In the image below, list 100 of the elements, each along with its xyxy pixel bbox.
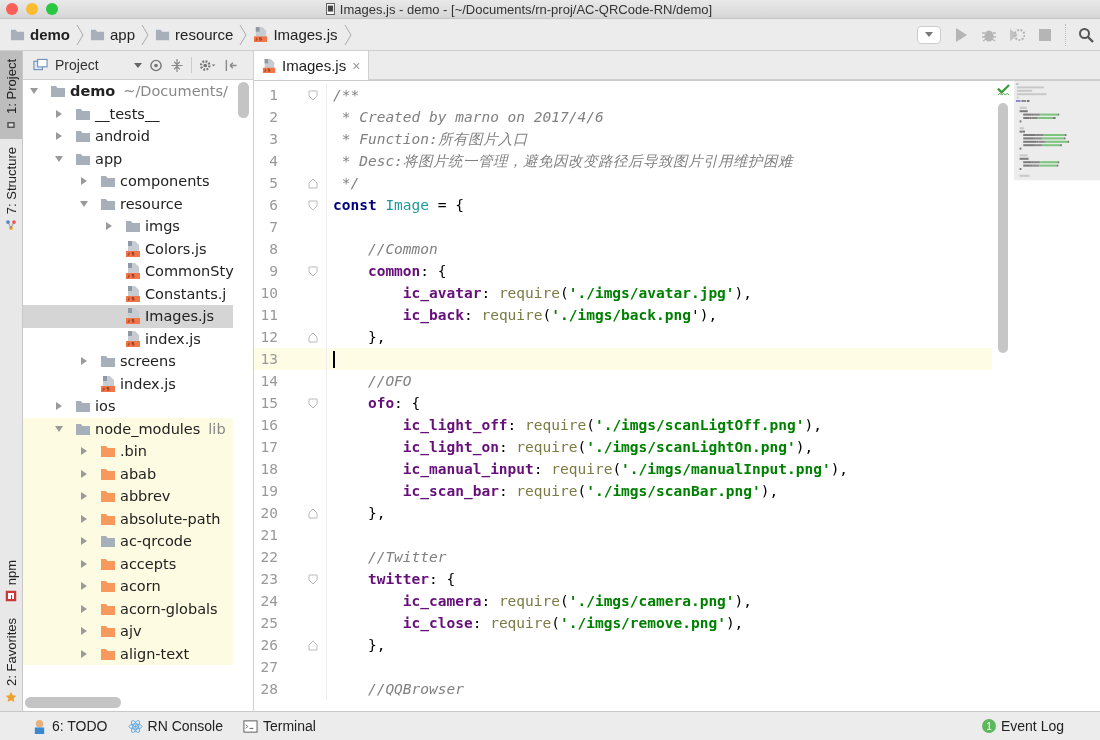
tree-item[interactable]: imgs [23, 215, 233, 238]
item-label: ajv [120, 623, 142, 640]
tree-item[interactable]: ac-qrcode [23, 530, 233, 553]
breadcrumb[interactable]: Images.js [253, 26, 342, 43]
breadcrumb[interactable]: resource [155, 26, 238, 43]
zoom-window-button[interactable] [46, 3, 58, 15]
collapsed-arrow-icon[interactable] [79, 176, 89, 187]
scrollbar[interactable] [998, 103, 1008, 353]
run-icon[interactable] [953, 26, 969, 43]
tree-item[interactable]: CommonSty [23, 260, 233, 283]
tree-item[interactable]: ios [23, 395, 233, 418]
tree-item[interactable]: resource [23, 192, 233, 215]
line-number: 6 [268, 197, 278, 213]
expanded-arrow-icon[interactable] [54, 423, 64, 434]
collapsed-arrow-icon[interactable] [54, 401, 64, 412]
collapsed-arrow-icon[interactable] [79, 468, 89, 479]
code-line: ic_scan_bar: require('./imgs/scanBar.png'), [401, 483, 779, 499]
tree-item[interactable]: absolute-path [23, 507, 233, 530]
tree-item[interactable]: android [23, 125, 233, 148]
item-label: demo [70, 83, 116, 100]
coverage-icon[interactable] [1009, 26, 1025, 43]
fold-marker-icon[interactable] [308, 177, 318, 189]
close-window-button[interactable] [6, 3, 18, 15]
collapsed-arrow-icon[interactable] [79, 558, 89, 569]
tool-window-button[interactable]: Terminal [243, 718, 316, 734]
run-configuration-dropdown[interactable] [917, 25, 941, 44]
line-number: 23 [259, 571, 278, 587]
tool-window-tab[interactable]: npm [0, 551, 22, 611]
tool-window-button[interactable]: RN Console [127, 718, 223, 734]
minimize-window-button[interactable] [26, 3, 38, 15]
panel-title[interactable]: Project [55, 57, 99, 73]
tree-item[interactable]: app [23, 147, 233, 170]
tree-item[interactable]: components [23, 170, 233, 193]
item-label: acorn-globals [120, 600, 218, 617]
collapsed-arrow-icon[interactable] [104, 221, 114, 232]
collapsed-arrow-icon[interactable] [54, 108, 64, 119]
fold-marker-icon[interactable] [308, 507, 318, 519]
collapsed-arrow-icon[interactable] [79, 626, 89, 637]
collapsed-arrow-icon[interactable] [79, 581, 89, 592]
tool-window-button[interactable]: 6: TODO [32, 718, 108, 734]
tree-item[interactable]: Constants.j [23, 282, 233, 305]
collapsed-arrow-icon[interactable] [54, 131, 64, 142]
collapsed-arrow-icon[interactable] [79, 513, 89, 524]
event-log-button[interactable]: 1 Event Log [981, 718, 1100, 734]
tree-item[interactable]: demo ~/Documents/ [23, 80, 233, 103]
fold-marker-icon[interactable] [308, 89, 318, 101]
dropdown-caret-icon[interactable] [133, 62, 142, 68]
search-icon[interactable] [1078, 26, 1094, 43]
tree-item[interactable]: abab [23, 462, 233, 485]
code-line: /** [333, 87, 360, 103]
fold-marker-icon[interactable] [308, 397, 318, 409]
tree-item[interactable]: Colors.js [23, 237, 233, 260]
tree-item[interactable]: index.js [23, 372, 233, 395]
fold-marker-icon[interactable] [308, 331, 318, 343]
collapsed-arrow-icon[interactable] [79, 356, 89, 367]
expanded-arrow-icon[interactable] [79, 198, 89, 209]
code-line: */ [340, 175, 360, 191]
tree-item[interactable]: acorn-globals [23, 597, 233, 620]
folder-icon [100, 623, 116, 640]
tool-window-tab[interactable]: 1: Project [0, 51, 22, 139]
locate-icon[interactable] [148, 58, 163, 72]
stop-icon[interactable] [1037, 26, 1053, 43]
tree-item[interactable]: screens [23, 350, 233, 373]
folder-icon [75, 398, 91, 415]
collapse-all-icon[interactable] [169, 58, 184, 72]
tree-item[interactable]: accepts [23, 552, 233, 575]
tree-item[interactable]: __tests__ [23, 102, 233, 125]
collapsed-arrow-icon[interactable] [79, 648, 89, 659]
tab-label: Images.js [282, 57, 347, 74]
tree-item[interactable]: index.js [23, 327, 233, 350]
tree-item[interactable]: abbrev [23, 485, 233, 508]
breadcrumb[interactable]: demo [10, 26, 74, 43]
scrollbar[interactable] [238, 82, 249, 118]
folder-icon [100, 443, 116, 460]
tree-item[interactable]: align-text [23, 642, 233, 665]
line-number: 7 [268, 219, 278, 235]
scrollbar[interactable] [25, 697, 121, 708]
tree-item[interactable]: node_modules lib [23, 417, 233, 440]
tree-item[interactable]: ajv [23, 620, 233, 643]
hide-panel-icon[interactable] [223, 58, 238, 72]
collapsed-arrow-icon[interactable] [79, 491, 89, 502]
tree-item[interactable]: acorn [23, 575, 233, 598]
fold-marker-icon[interactable] [308, 639, 318, 651]
line-number: 8 [268, 241, 278, 257]
settings-icon[interactable] [198, 58, 217, 72]
fold-marker-icon[interactable] [308, 573, 318, 585]
collapsed-arrow-icon[interactable] [79, 603, 89, 614]
breadcrumb[interactable]: app [90, 26, 140, 43]
line-number: 4 [268, 153, 278, 169]
expanded-arrow-icon[interactable] [54, 153, 64, 164]
favorites-icon [5, 691, 17, 703]
fold-marker-icon[interactable] [308, 265, 318, 277]
editor-tab[interactable]: Images.js × [254, 51, 370, 80]
fold-marker-icon[interactable] [308, 199, 318, 211]
tree-item[interactable]: .bin [23, 440, 233, 463]
collapsed-arrow-icon[interactable] [79, 536, 89, 547]
tree-item[interactable]: Images.js [23, 305, 233, 328]
tool-window-tab[interactable]: 7: Structure [0, 138, 22, 240]
tool-window-tab[interactable]: 2: Favorites [0, 610, 22, 711]
collapsed-arrow-icon[interactable] [79, 446, 89, 457]
